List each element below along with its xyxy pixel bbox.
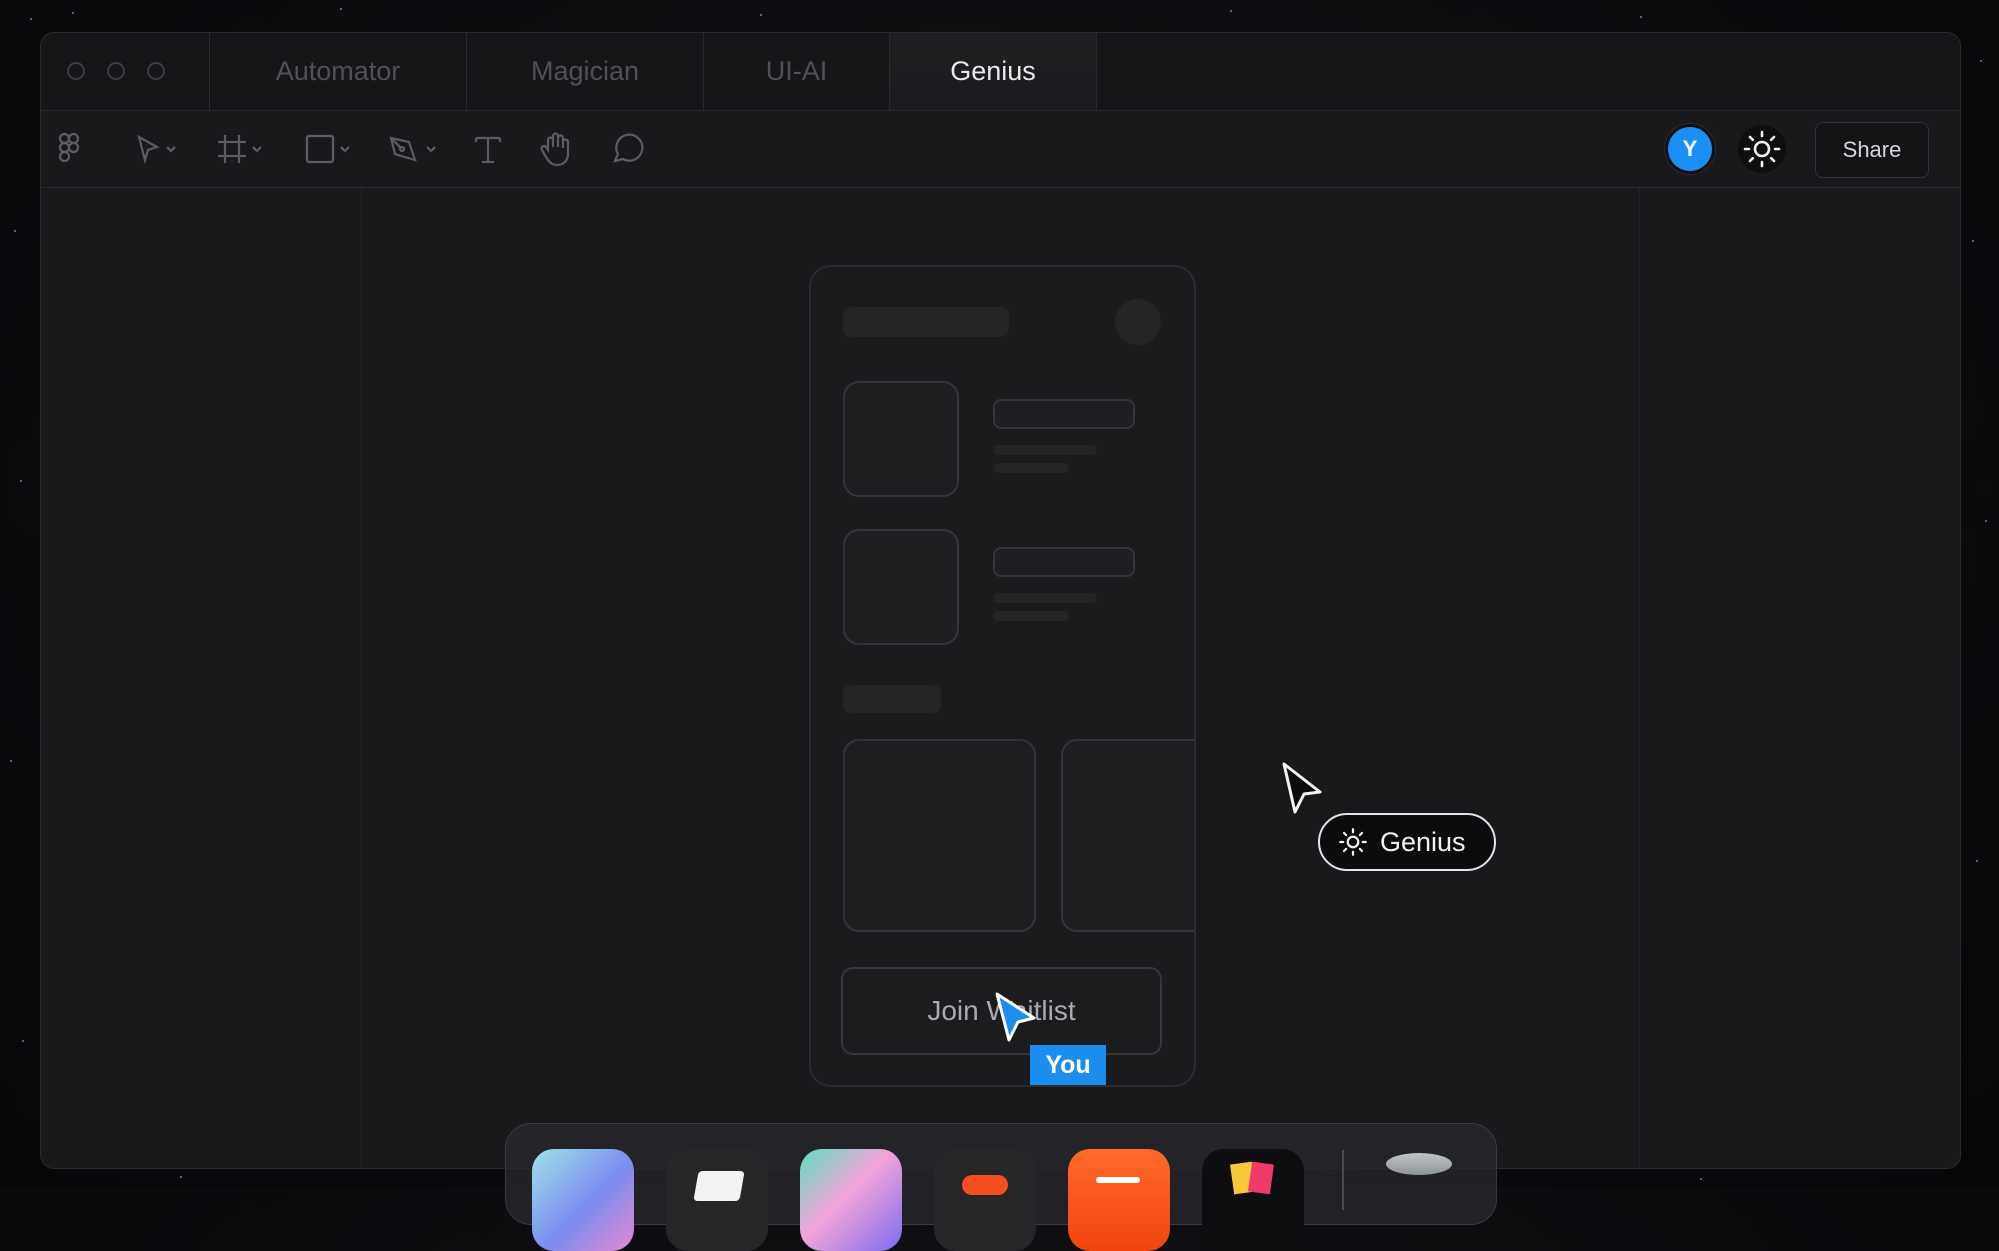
trash-icon[interactable]: [1368, 1149, 1470, 1251]
pen-tool-icon[interactable]: [385, 129, 441, 169]
move-tool-icon[interactable]: [133, 129, 181, 169]
phone-wireframe[interactable]: Join Waitlist: [809, 265, 1196, 1087]
list-item-line-placeholder: [993, 593, 1097, 603]
list-item-title-placeholder: [993, 399, 1135, 429]
arc-browser-icon[interactable]: [532, 1149, 634, 1251]
tab-bar: Automator Magician UI-AI Genius: [41, 33, 1960, 111]
list-item-thumbnail: [843, 381, 959, 497]
dock-separator: [1342, 1150, 1344, 1210]
comment-tool-icon[interactable]: [609, 129, 645, 169]
text-tool-icon[interactable]: [471, 129, 505, 169]
card-placeholder: [843, 739, 1036, 932]
share-button[interactable]: Share: [1815, 122, 1929, 178]
list-item-line-placeholder: [993, 611, 1069, 621]
left-panel-divider: [361, 188, 362, 1168]
close-window-button[interactable]: [67, 62, 85, 80]
genius-cursor-icon: [1282, 762, 1322, 814]
you-cursor-label: You: [1030, 1045, 1106, 1085]
toolbar: Y Share: [41, 111, 1960, 188]
orange-app-icon[interactable]: [1068, 1149, 1170, 1251]
dock: [505, 1123, 1497, 1251]
genius-cursor-label: Genius: [1318, 813, 1496, 871]
genius-sun-button[interactable]: [1738, 125, 1786, 173]
figma-app-icon[interactable]: [934, 1149, 1036, 1251]
tab-ui-ai[interactable]: UI-AI: [704, 33, 890, 110]
sun-icon: [1339, 828, 1367, 856]
tab-magician[interactable]: Magician: [467, 33, 704, 110]
list-item-line-placeholder: [993, 463, 1069, 473]
tab-genius[interactable]: Genius: [890, 33, 1097, 110]
figma-logo-icon[interactable]: [55, 129, 83, 169]
sun-icon: [1743, 130, 1781, 168]
list-item-line-placeholder: [993, 445, 1097, 455]
color-app-icon[interactable]: [1202, 1149, 1304, 1251]
maximize-window-button[interactable]: [147, 62, 165, 80]
header-placeholder: [843, 307, 1009, 337]
section-label-placeholder: [843, 685, 941, 713]
hand-tool-icon[interactable]: [537, 129, 575, 169]
window-controls: [41, 33, 210, 110]
right-panel-divider: [1639, 188, 1640, 1168]
avatar-placeholder: [1115, 299, 1161, 345]
list-item-title-placeholder: [993, 547, 1135, 577]
list-item-thumbnail: [843, 529, 959, 645]
you-cursor-icon: [995, 992, 1036, 1042]
design-app-icon[interactable]: [800, 1149, 902, 1251]
rectangle-tool-icon[interactable]: [303, 129, 355, 169]
tab-automator[interactable]: Automator: [210, 33, 467, 110]
frame-tool-icon[interactable]: [215, 129, 267, 169]
avatar[interactable]: Y: [1668, 127, 1712, 171]
card-placeholder: [1061, 739, 1194, 932]
notion-app-icon[interactable]: [666, 1149, 768, 1251]
minimize-window-button[interactable]: [107, 62, 125, 80]
genius-cursor-text: Genius: [1380, 826, 1466, 857]
